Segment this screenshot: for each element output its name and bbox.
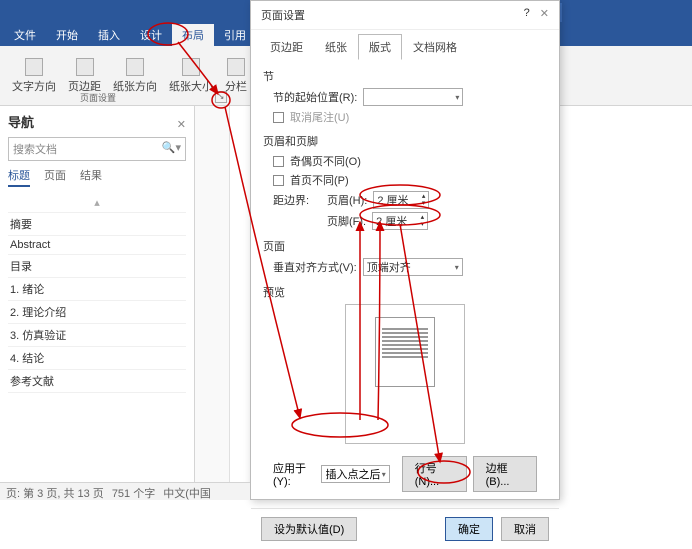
cancel-button[interactable]: 取消 <box>501 517 549 541</box>
outline-item[interactable]: Abstract <box>8 236 186 255</box>
footer-dist-label: 页脚(F): <box>327 213 366 229</box>
nav-tab-pages[interactable]: 页面 <box>44 167 66 187</box>
footer-dist-spinner[interactable]: 2 厘米▴▾ <box>372 212 428 230</box>
tab-design[interactable]: 设计 <box>130 24 172 46</box>
tab-layout[interactable]: 布局 <box>172 24 214 46</box>
section-start-label: 节的起始位置(R): <box>273 89 357 105</box>
dist-label: 距边界: <box>273 192 321 208</box>
page-title: 页面 <box>263 238 547 254</box>
preview-title: 预览 <box>263 284 547 300</box>
tab-insert[interactable]: 插入 <box>88 24 130 46</box>
outline-item[interactable]: 4. 结论 <box>8 347 186 370</box>
search-input[interactable]: 搜索文档🔍▾ <box>8 137 186 161</box>
outline-item[interactable]: 目录 <box>8 255 186 278</box>
outline-item[interactable]: 1. 绪论 <box>8 278 186 301</box>
ruler <box>195 106 230 500</box>
apply-to-label: 应用于(Y): <box>273 460 315 488</box>
dlg-tab-grid[interactable]: 文档网格 <box>402 34 468 60</box>
valign-label: 垂直对齐方式(V): <box>273 259 357 275</box>
close-icon[interactable]: ✕ <box>177 118 186 131</box>
outline-item[interactable]: 参考文献 <box>8 370 186 393</box>
dlg-tab-margins[interactable]: 页边距 <box>259 34 314 60</box>
ribbon-group-label: 页面设置 <box>80 91 116 104</box>
chevron-down-icon: ▾ <box>455 263 459 272</box>
text-direction-button[interactable]: 文字方向 <box>6 50 62 101</box>
ok-button[interactable]: 确定 <box>445 517 493 541</box>
size-button[interactable]: 纸张大小 <box>163 50 219 101</box>
nav-tab-headings[interactable]: 标题 <box>8 167 30 187</box>
section-title: 节 <box>263 68 547 84</box>
header-dist-spinner[interactable]: 2 厘米▴▾ <box>373 191 429 209</box>
set-default-button[interactable]: 设为默认值(D) <box>261 517 357 541</box>
outline-list: ▴ 摘要 Abstract 目录 1. 绪论 2. 理论介绍 3. 仿真验证 4… <box>8 193 186 393</box>
nav-tab-results[interactable]: 结果 <box>80 167 102 187</box>
dialog-launcher-icon[interactable]: ↘ <box>215 91 227 103</box>
dialog-title: 页面设置 <box>261 7 305 23</box>
navigation-pane: 导航 ✕ 搜索文档🔍▾ 标题 页面 结果 ▴ 摘要 Abstract 目录 1.… <box>0 106 195 500</box>
dlg-tab-paper[interactable]: 纸张 <box>314 34 358 60</box>
help-icon[interactable]: ? <box>524 7 530 23</box>
borders-dlg-button[interactable]: 边框(B)... <box>473 456 537 492</box>
outline-item[interactable]: 3. 仿真验证 <box>8 324 186 347</box>
valign-combo[interactable]: 顶端对齐▾ <box>363 258 463 276</box>
status-bar: 页: 第 3 页, 共 13 页751 个字中文(中国 <box>0 482 250 500</box>
line-numbers-dlg-button[interactable]: 行号(N)... <box>402 456 467 492</box>
preview-box <box>345 304 465 444</box>
outline-item[interactable]: 摘要 <box>8 213 186 236</box>
search-icon: 🔍▾ <box>162 141 181 157</box>
nav-title: 导航 <box>8 112 34 131</box>
apply-to-combo[interactable]: 插入点之后▾ <box>321 465 389 483</box>
header-footer-title: 页眉和页脚 <box>263 133 547 149</box>
tab-file[interactable]: 文件 <box>4 24 46 46</box>
page-setup-dialog: 页面设置 ?✕ 页边距 纸张 版式 文档网格 节 节的起始位置(R): ▾ 取消… <box>250 0 560 500</box>
suppress-endnote-checkbox <box>273 112 284 123</box>
dlg-tab-layout[interactable]: 版式 <box>358 34 402 60</box>
chevron-down-icon: ▾ <box>455 93 459 102</box>
header-dist-label: 页眉(H): <box>327 192 367 208</box>
tab-home[interactable]: 开始 <box>46 24 88 46</box>
chevron-down-icon: ▾ <box>382 470 386 479</box>
dialog-close-icon[interactable]: ✕ <box>540 7 549 23</box>
odd-even-checkbox[interactable] <box>273 156 284 167</box>
outline-item[interactable]: 2. 理论介绍 <box>8 301 186 324</box>
first-page-checkbox[interactable] <box>273 175 284 186</box>
section-start-combo[interactable]: ▾ <box>363 88 463 106</box>
